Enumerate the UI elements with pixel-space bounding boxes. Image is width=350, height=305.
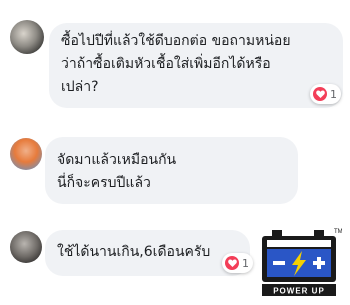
comment-text: ซื้อไปปีที่แล้วใช้ดีบอกต่อ ขอถามหน่อย bbox=[61, 33, 291, 49]
reaction-badge[interactable]: 1 bbox=[310, 84, 341, 104]
avatar[interactable] bbox=[10, 20, 44, 54]
comment-text: จัดมาแล้วเหมือนกัน bbox=[57, 152, 177, 168]
comment-bubble: ซื้อไปปีที่แล้วใช้ดีบอกต่อ ขอถามหน่อย ว่… bbox=[49, 23, 343, 108]
comment-text: นี่ก็จะครบปีแล้ว bbox=[57, 175, 151, 191]
power-up-logo: POWER UP TM bbox=[258, 225, 343, 297]
comment-bubble: ใช้ได้นานเกิน,6เดือนครับ bbox=[45, 230, 250, 276]
heart-icon bbox=[225, 256, 239, 270]
comment-text: ใช้ได้นานเกิน,6เดือนครับ bbox=[57, 244, 211, 260]
avatar[interactable] bbox=[10, 231, 42, 263]
brand-text: POWER UP bbox=[273, 287, 325, 296]
avatar[interactable] bbox=[10, 138, 42, 170]
comment-text: เปล่า? bbox=[61, 79, 99, 95]
comment-text: ว่าถ้าซื้อเติมหัวเชื้อใส่เพิ่มอีกได้หรือ bbox=[61, 56, 271, 72]
reaction-count: 1 bbox=[242, 256, 249, 270]
heart-icon bbox=[313, 87, 327, 101]
reaction-count: 1 bbox=[330, 87, 337, 101]
trademark-text: TM bbox=[334, 229, 342, 235]
reaction-badge[interactable]: 1 bbox=[222, 253, 253, 273]
comment-bubble: จัดมาแล้วเหมือนกัน นี่ก็จะครบปีแล้ว bbox=[45, 137, 298, 204]
